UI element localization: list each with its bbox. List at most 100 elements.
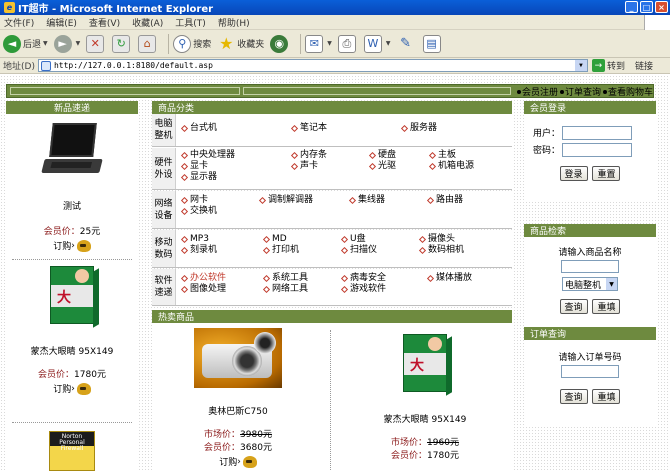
order-button[interactable]: 订购 › [188, 455, 288, 468]
category-item[interactable]: MD [262, 234, 340, 245]
category-item[interactable]: 图像处理 [180, 284, 262, 295]
login-reset-button[interactable]: 重置 [592, 166, 621, 181]
order-query-button[interactable]: 查询 [559, 389, 588, 404]
search-button[interactable]: ⚲ 搜索 [173, 34, 211, 53]
menu-file[interactable]: 文件(F) [4, 16, 34, 29]
category-item[interactable]: 系统工具 [262, 273, 340, 284]
nav-order-query[interactable]: 订单查询 [559, 85, 601, 98]
product-search-box: 商品检索 请输入商品名称 电脑整机 ▼ 查询 重填 [524, 224, 656, 327]
software-box-image[interactable]: 大 [50, 266, 99, 328]
favorites-button[interactable]: ★ 收藏夹 [217, 34, 264, 53]
mail-button[interactable]: ✉ ▼ [305, 34, 332, 53]
address-input[interactable]: http://127.0.0.1:8180/default.asp ▼ [37, 59, 588, 72]
edit-button[interactable]: W ▼ [363, 34, 391, 53]
print-icon: ⎙ [337, 34, 356, 53]
main-panel: 商品分类 电脑整机 台式机 笔记本 服务器 硬件外设 中央处理器 内存条 硬盘 … [152, 101, 512, 471]
category-item[interactable]: 光驱 [368, 161, 428, 172]
category-item[interactable]: 声卡 [290, 161, 368, 172]
category-item[interactable]: 主板 [428, 150, 488, 161]
close-button[interactable]: × [655, 1, 668, 13]
menu-tools[interactable]: 工具(T) [175, 16, 206, 29]
page-content: 会员注册 订单查询 查看购物车 新品速递 测试 会员价：25元 订购 › 大 蒙… [0, 75, 670, 471]
category-item[interactable]: 集线器 [348, 195, 426, 206]
category-item[interactable]: 摄像头 [418, 234, 496, 245]
username-input[interactable] [562, 125, 632, 140]
category-item[interactable]: 显示器 [180, 172, 290, 183]
laptop-image[interactable] [41, 123, 103, 181]
category-item[interactable]: 游戏软件 [340, 284, 426, 295]
product-name[interactable]: 蒙杰大眼睛 95X149 [370, 412, 480, 425]
category-item[interactable]: 网卡 [180, 195, 258, 206]
address-dropdown-icon[interactable]: ▼ [574, 60, 587, 71]
order-button[interactable]: 订购 › [6, 239, 138, 252]
member-price: 会员价：3680元 [204, 443, 272, 453]
camera-image[interactable] [194, 328, 282, 388]
product-name[interactable]: 蒙杰大眼睛 95X149 [6, 344, 138, 357]
product-name[interactable]: 奥林巴斯C750 [188, 404, 288, 417]
home-button[interactable]: ⌂ [138, 34, 158, 53]
order-button[interactable]: 订购 › [6, 382, 138, 395]
category-item[interactable]: 服务器 [400, 123, 500, 134]
research-icon: ▤ [422, 34, 441, 53]
menu-edit[interactable]: 编辑(E) [46, 16, 77, 29]
stop-button[interactable]: ✕ [86, 34, 106, 53]
nav-register[interactable]: 会员注册 [516, 85, 558, 98]
window-title: IT超市 - Microsoft Internet Explorer [18, 4, 214, 15]
search-prompt: 请输入商品名称 [558, 248, 622, 258]
norton-box-image[interactable]: Norton Personal Firewall [49, 431, 95, 471]
maximize-button[interactable]: □ [640, 1, 653, 13]
category-item[interactable]: 显卡 [180, 161, 290, 172]
order-icon [76, 239, 91, 252]
hot-product-2: 大 蒙杰大眼睛 95X149 市场价：1960元 会员价：1780元 [370, 334, 480, 461]
menu-view[interactable]: 查看(V) [89, 16, 120, 29]
member-price: 会员价：25元 [43, 227, 101, 237]
category-item[interactable]: 交换机 [180, 206, 290, 217]
category-row-hardware: 硬件外设 中央处理器 内存条 硬盘 主板 显卡 声卡 光驱 机箱电源 显示器 [152, 148, 512, 190]
category-item[interactable]: 网络工具 [262, 284, 340, 295]
minimize-button[interactable]: _ [625, 1, 638, 13]
back-button[interactable]: ◄ 后退 ▼ [3, 34, 48, 53]
category-item[interactable]: 中央处理器 [180, 150, 290, 161]
messenger-icon: ✎ [400, 36, 411, 51]
category-item[interactable]: 媒体播放 [426, 273, 504, 284]
category-item[interactable]: 数码相机 [418, 245, 496, 256]
menu-help[interactable]: 帮助(H) [218, 16, 250, 29]
category-item[interactable]: 台式机 [180, 123, 290, 134]
category-item[interactable]: 办公软件 [180, 273, 262, 284]
category-label: 电脑整机 [152, 114, 176, 146]
software-box-image[interactable]: 大 [403, 334, 452, 396]
category-item[interactable]: 打印机 [262, 245, 340, 256]
menu-favorites[interactable]: 收藏(A) [132, 16, 163, 29]
research-button[interactable]: ▤ [422, 34, 443, 53]
links-button[interactable]: 链接 [635, 59, 653, 72]
search-reset-button[interactable]: 重填 [592, 299, 621, 314]
category-item[interactable]: 笔记本 [290, 123, 400, 134]
category-item[interactable]: 刻录机 [180, 245, 262, 256]
refresh-icon: ↻ [112, 34, 131, 53]
messenger-button[interactable]: ✎ [397, 35, 417, 53]
print-button[interactable]: ⎙ [337, 34, 358, 53]
password-input[interactable] [562, 142, 632, 157]
nav-cart[interactable]: 查看购物车 [602, 85, 653, 98]
go-icon: → [591, 59, 605, 72]
search-query-button[interactable]: 查询 [559, 299, 588, 314]
category-item[interactable]: 调制解调器 [258, 195, 348, 206]
search-input[interactable] [561, 260, 619, 273]
category-item[interactable]: 路由器 [426, 195, 496, 206]
product-name[interactable]: 测试 [6, 199, 138, 212]
category-item[interactable]: U盘 [340, 234, 418, 245]
forward-button[interactable]: ► ▼ [53, 34, 80, 53]
category-item[interactable]: MP3 [180, 234, 262, 245]
go-button[interactable]: → 转到 [591, 59, 625, 72]
category-item[interactable]: 扫描仪 [340, 245, 418, 256]
category-item[interactable]: 病毒安全 [340, 273, 426, 284]
category-item[interactable]: 硬盘 [368, 150, 428, 161]
category-select[interactable]: 电脑整机 ▼ [562, 277, 618, 291]
category-item[interactable]: 机箱电源 [428, 161, 488, 172]
order-number-input[interactable] [561, 365, 619, 378]
order-reset-button[interactable]: 重填 [592, 389, 621, 404]
category-item[interactable]: 内存条 [290, 150, 368, 161]
media-button[interactable]: ◉ [270, 34, 290, 53]
refresh-button[interactable]: ↻ [112, 34, 132, 53]
login-button[interactable]: 登录 [559, 166, 588, 181]
